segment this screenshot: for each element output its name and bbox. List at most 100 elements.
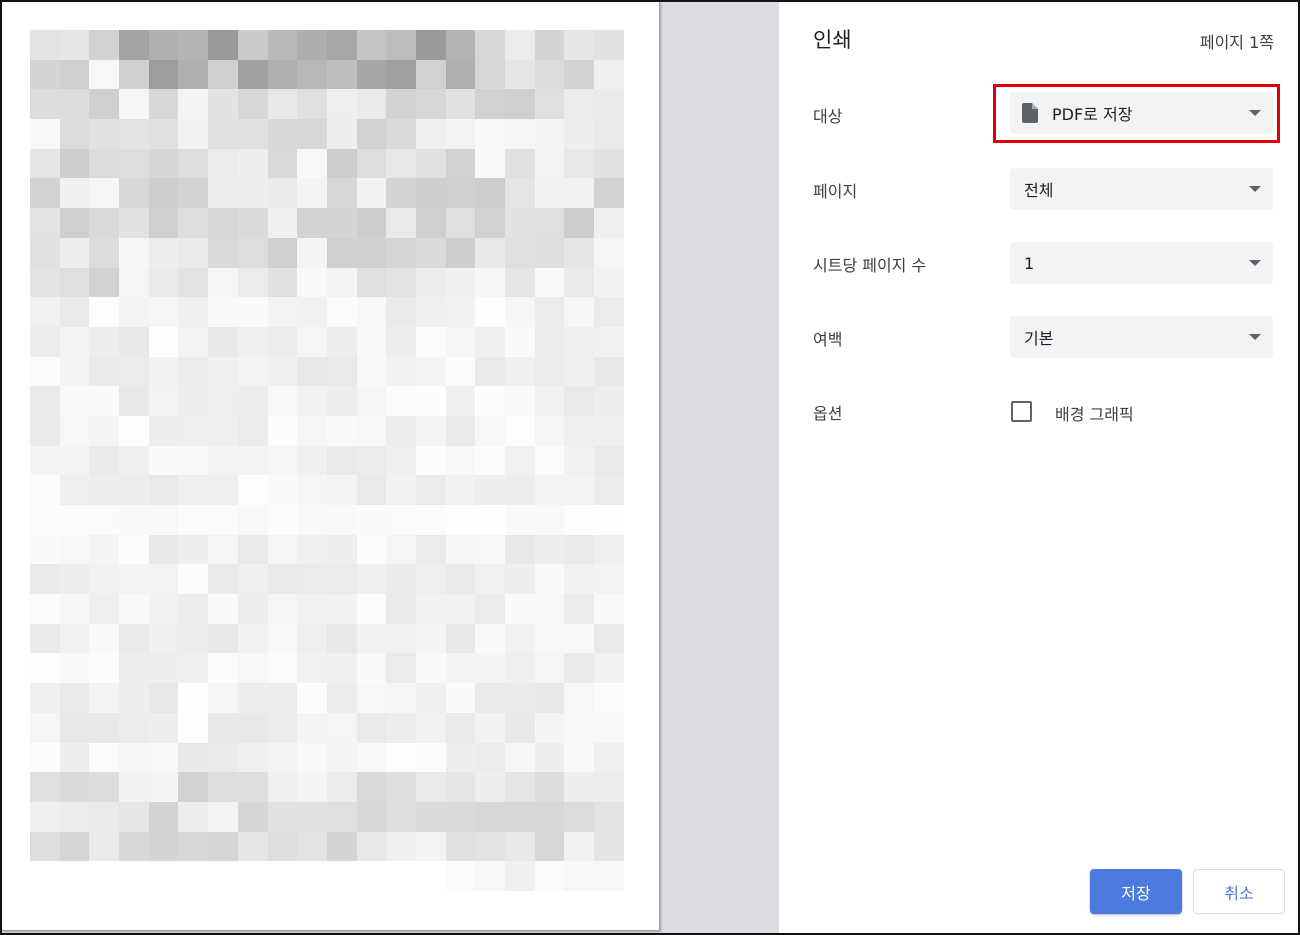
preview-pixel (119, 208, 149, 238)
preview-pixel (564, 712, 595, 743)
preview-pixel (297, 30, 327, 60)
preview-pixel (59, 237, 90, 268)
preview-pixel (356, 326, 387, 357)
preview-pixel (119, 267, 149, 298)
preview-pixel (267, 267, 298, 298)
preview-pixel (59, 59, 90, 90)
preview-pixel (534, 772, 565, 802)
margins-select[interactable]: 기본 (1010, 316, 1273, 358)
preview-pixel (89, 623, 120, 654)
preview-pixel (267, 415, 298, 446)
preview-pixel (59, 564, 90, 595)
preview-pixel (178, 208, 209, 238)
preview-pixel (178, 326, 209, 357)
preview-pixel (119, 356, 149, 387)
preview-pixel (356, 119, 387, 149)
preview-pixel (445, 297, 476, 327)
preview-pixel (534, 594, 565, 624)
preview-pixel (475, 772, 505, 802)
preview-pixel (505, 653, 535, 684)
preview-pixel (148, 623, 179, 654)
preview-pixel (326, 653, 357, 684)
preview-pixel (297, 445, 327, 476)
preview-pixel (326, 178, 357, 209)
preview-pixel (475, 415, 505, 446)
preview-pixel (475, 623, 505, 654)
preview-pixel (267, 861, 298, 891)
preview-pixel (178, 534, 209, 565)
preview-pixel (564, 178, 595, 209)
preview-pixel (237, 386, 268, 416)
preview-pixel (386, 683, 416, 713)
preview-pixel (148, 801, 179, 832)
page-count: 페이지 1쪽 (1199, 33, 1274, 52)
preview-pixel (564, 683, 595, 713)
preview-pixel (30, 742, 60, 773)
preview-pixel (445, 445, 476, 476)
preview-pixel (237, 119, 268, 149)
preview-pixel (297, 386, 327, 416)
preview-pixel (534, 59, 565, 90)
preview-pixel (415, 475, 446, 505)
preview-pixel (59, 534, 90, 565)
preview-pixel (148, 356, 179, 387)
preview-pixel (594, 208, 624, 238)
preview-pixel (475, 386, 505, 416)
preview-pixel (564, 89, 595, 120)
preview-pixel (534, 297, 565, 327)
settings-panel: 인쇄 페이지 1쪽 대상 PDF로 저장 페이지 전체 시트당 페이지 수 1 (779, 2, 1298, 933)
preview-pixel (267, 445, 298, 476)
preview-pixel (326, 237, 357, 268)
preview-pixel (267, 772, 298, 802)
preview-pixel (326, 415, 357, 446)
preview-pixel (594, 594, 624, 624)
preview-pixel (267, 742, 298, 773)
save-button[interactable]: 저장 (1090, 869, 1182, 914)
preview-pixel (386, 623, 416, 654)
preview-pixel (326, 772, 357, 802)
preview-pixel (89, 712, 120, 743)
preview-pixel (148, 237, 179, 268)
preview-pixel (505, 594, 535, 624)
preview-pixel (89, 534, 120, 565)
preview-pixel (475, 30, 505, 60)
preview-pixel (356, 534, 387, 565)
preview-pixel (445, 208, 476, 238)
preview-pixel (89, 326, 120, 357)
preview-pixel (534, 30, 565, 60)
preview-pixel (178, 415, 209, 446)
preview-pixel (237, 742, 268, 773)
pages-select[interactable]: 전체 (1010, 168, 1273, 210)
preview-pixel (89, 119, 120, 149)
preview-pixel (594, 267, 624, 298)
preview-pixel (89, 653, 120, 684)
preview-pixel (119, 564, 149, 595)
preview-pixel (208, 445, 238, 476)
preview-pixel (445, 831, 476, 862)
preview-pixel (594, 326, 624, 357)
preview-pixel (89, 445, 120, 476)
preview-pixel (356, 237, 387, 268)
background-graphics-checkbox[interactable] (1011, 401, 1032, 422)
preview-pixel (475, 564, 505, 595)
preview-pixel (594, 148, 624, 179)
preview-pixel (445, 742, 476, 773)
preview-pixel (594, 119, 624, 149)
preview-pixel (445, 683, 476, 713)
preview-pixel (178, 386, 209, 416)
preview-pixel (534, 267, 565, 298)
pages-per-sheet-select[interactable]: 1 (1010, 242, 1273, 284)
preview-pixel (445, 237, 476, 268)
preview-pixel (89, 683, 120, 713)
preview-pixel (237, 831, 268, 862)
preview-pixel (386, 594, 416, 624)
preview-pixel (326, 148, 357, 179)
preview-pixel (505, 326, 535, 357)
preview-pixel (208, 326, 238, 357)
preview-pixel (30, 772, 60, 802)
preview-pixel (30, 59, 60, 90)
preview-pixel (594, 475, 624, 505)
preview-pixel (386, 178, 416, 209)
cancel-button[interactable]: 취소 (1193, 869, 1285, 914)
preview-pixel (208, 415, 238, 446)
